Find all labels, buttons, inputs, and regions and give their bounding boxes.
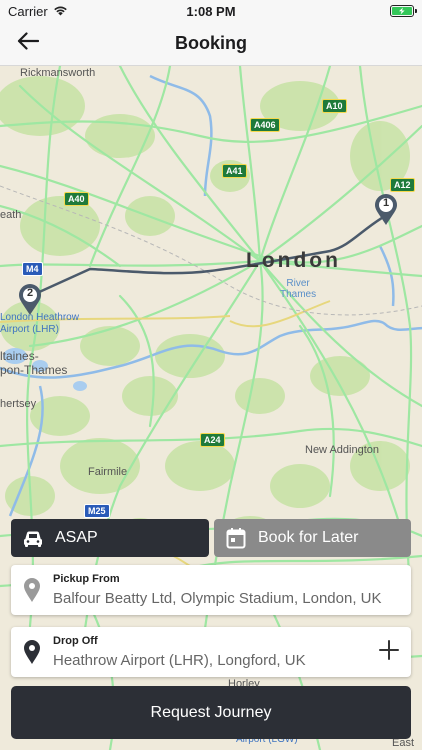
- book-later-label: Book for Later: [258, 529, 359, 546]
- status-bar: Carrier 1:08 PM: [0, 0, 422, 22]
- road-shield: A41: [222, 164, 247, 178]
- map-pin-pickup[interactable]: 1: [374, 194, 398, 226]
- dropoff-text: Drop Off Heathrow Airport (LHR), Longfor…: [53, 635, 367, 669]
- battery-level: [392, 7, 412, 15]
- plus-icon: [379, 639, 399, 665]
- road-shield: A12: [390, 178, 415, 192]
- book-later-button[interactable]: Book for Later: [214, 519, 411, 557]
- back-button[interactable]: [0, 22, 56, 66]
- asap-button[interactable]: ASAP: [11, 519, 209, 557]
- map-pin-dropoff[interactable]: 2: [18, 284, 42, 316]
- arrow-left-icon: [17, 32, 40, 55]
- pickup-field[interactable]: Pickup From Balfour Beatty Ltd, Olympic …: [11, 565, 411, 615]
- road-shield: M25: [84, 504, 110, 518]
- map-label-city: London: [246, 249, 341, 272]
- asap-label: ASAP: [55, 529, 98, 546]
- dropoff-value: Heathrow Airport (LHR), Longford, UK: [53, 652, 306, 669]
- road-shield: A10: [322, 99, 347, 113]
- map-label-place: New Addington: [305, 444, 379, 456]
- car-icon: [11, 528, 55, 548]
- map-label-place: eath: [0, 209, 22, 221]
- battery-icon: [390, 5, 417, 17]
- road-shield: A24: [200, 433, 225, 447]
- request-journey-button[interactable]: Request Journey: [11, 686, 411, 739]
- map-label-place: Fairmile: [88, 466, 128, 478]
- map-label-place: ltaines- pon-Thames: [0, 349, 68, 377]
- location-pin-icon: [11, 577, 53, 603]
- carrier-name: Carrier: [8, 3, 48, 19]
- nav-bar: Booking: [0, 22, 422, 66]
- pin-number: 1: [382, 197, 390, 209]
- map-label-river: River Thames: [280, 278, 317, 300]
- road-shield: A406: [250, 118, 280, 132]
- page-title: Booking: [175, 33, 247, 53]
- pickup-value: Balfour Beatty Ltd, Olympic Stadium, Lon…: [53, 590, 382, 607]
- calendar-icon: [214, 527, 258, 549]
- map-label-place: hertsey: [0, 398, 37, 410]
- dropoff-label: Drop Off: [53, 635, 98, 647]
- road-shield: M4: [22, 262, 43, 276]
- add-stop-button[interactable]: [367, 630, 411, 674]
- status-right: [274, 5, 417, 17]
- map-label-place: Rickmansworth: [20, 67, 96, 79]
- location-pin-icon: [11, 639, 53, 665]
- road-shield: A40: [64, 192, 89, 206]
- pin-number: 2: [26, 287, 34, 299]
- request-journey-label: Request Journey: [150, 703, 272, 721]
- status-time: 1:08 PM: [186, 3, 236, 19]
- pickup-label: Pickup From: [53, 573, 120, 585]
- dropoff-field[interactable]: Drop Off Heathrow Airport (LHR), Longfor…: [11, 627, 411, 677]
- status-left: Carrier: [8, 4, 148, 19]
- pickup-text: Pickup From Balfour Beatty Ltd, Olympic …: [53, 573, 411, 607]
- wifi-icon: [53, 4, 68, 19]
